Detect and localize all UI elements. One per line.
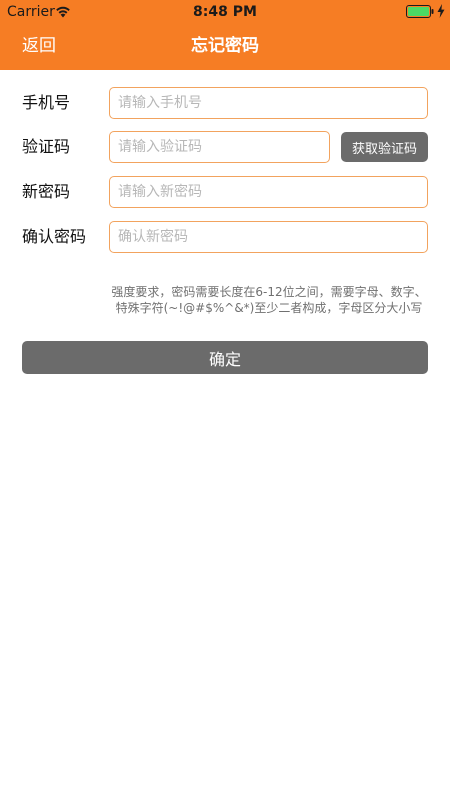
- phone-input[interactable]: [109, 87, 428, 119]
- page-title: 忘记密码: [191, 36, 259, 56]
- confirm-button[interactable]: 确定: [22, 341, 428, 374]
- code-input[interactable]: [109, 131, 330, 163]
- phone-row: 手机号: [0, 87, 450, 119]
- header: Carrier 8:48 PM 返回 忘记密码: [0, 0, 450, 70]
- back-button[interactable]: 返回: [22, 35, 56, 57]
- confirm-password-row: 确认密码: [0, 221, 450, 253]
- phone-label: 手机号: [22, 93, 71, 112]
- new-password-label: 新密码: [22, 182, 71, 201]
- new-password-row: 新密码: [0, 176, 450, 208]
- code-label: 验证码: [22, 137, 71, 156]
- code-row: 验证码 获取验证码: [0, 131, 450, 163]
- bolt-icon: [437, 4, 445, 18]
- get-code-button[interactable]: 获取验证码: [341, 132, 428, 162]
- confirm-password-input[interactable]: [109, 221, 428, 253]
- status-bar: Carrier 8:48 PM: [0, 0, 450, 24]
- clock: 8:48 PM: [193, 4, 257, 20]
- page-title-container: 忘记密码: [0, 35, 450, 57]
- new-password-input[interactable]: [109, 176, 428, 208]
- confirm-password-label: 确认密码: [22, 227, 87, 246]
- password-hint: 强度要求，密码需要长度在6-12位之间，需要字母、数字、特殊字符(~!@#$%^…: [111, 285, 427, 315]
- battery-icon: [406, 5, 434, 18]
